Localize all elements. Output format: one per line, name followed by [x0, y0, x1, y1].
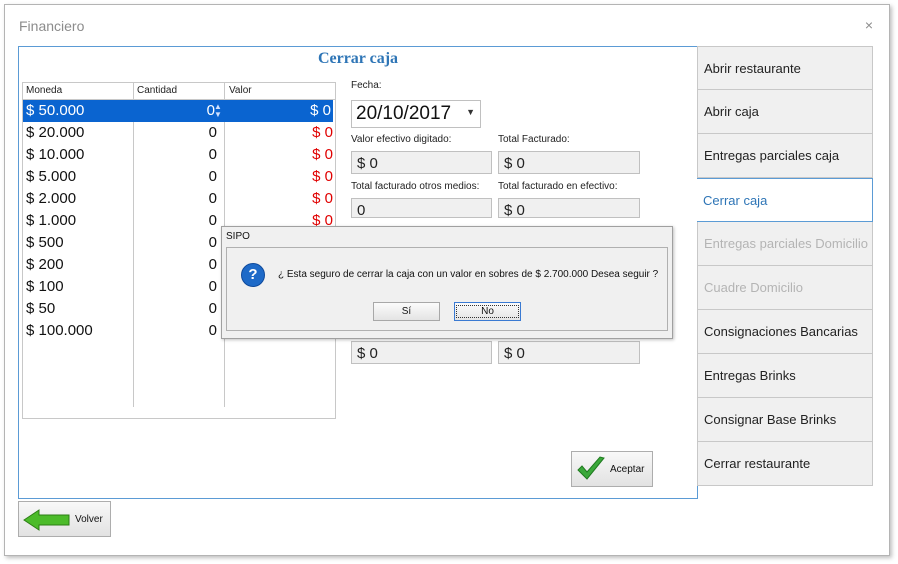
fecha-date-picker[interactable]: 20/10/2017 ▼ — [351, 100, 481, 128]
dialog-title: SIPO — [226, 231, 250, 242]
yes-button[interactable]: Sí — [373, 302, 440, 321]
fecha-value: 20/10/2017 — [356, 103, 452, 124]
checkmark-icon — [577, 456, 605, 480]
aceptar-label: Aceptar — [610, 464, 645, 475]
cantidad-cell[interactable]: 0 — [209, 234, 217, 251]
total-facturado-label: Total Facturado: — [498, 134, 570, 145]
panel-title: Cerrar caja — [317, 50, 399, 67]
en-efectivo-label: Total facturado en efectivo: — [498, 181, 618, 192]
valor-cell: $ 0 — [312, 168, 333, 185]
cantidad-cell[interactable]: 0 — [209, 168, 217, 185]
aceptar-button[interactable]: Aceptar — [571, 451, 653, 487]
valor-cell: $ 0 — [310, 102, 331, 119]
grid-row[interactable]: $ 10.000 0 $ 0 — [23, 144, 335, 166]
close-icon[interactable]: × — [865, 17, 873, 33]
otros-medios-field: 0 — [351, 198, 492, 219]
volver-label: Volver — [75, 514, 103, 525]
cantidad-cell[interactable]: 0 — [209, 322, 217, 339]
grid-row[interactable]: $ 20.000 0 $ 0 — [23, 122, 335, 144]
valor-cell: $ 0 — [312, 124, 333, 141]
extra-left-field: $ 0 — [351, 341, 492, 364]
moneda-cell: $ 10.000 — [26, 146, 85, 163]
moneda-cell: $ 5.000 — [26, 168, 77, 185]
fecha-label: Fecha: — [351, 80, 382, 91]
side-menu-item-entregas-parciales-domicilio: Entregas parciales Domicilio — [697, 222, 873, 266]
moneda-cell: $ 200 — [26, 256, 64, 273]
moneda-cell: $ 50 — [26, 300, 56, 317]
cantidad-cell[interactable]: 0 — [209, 212, 217, 229]
moneda-cell: $ 2.000 — [26, 190, 77, 207]
side-menu-item-cerrar-caja[interactable]: Cerrar caja — [697, 178, 873, 222]
side-menu-item-cerrar-restaurante[interactable]: Cerrar restaurante — [697, 442, 873, 486]
spinner-icon[interactable]: ▲ ▼ — [214, 103, 222, 119]
window-title: Financiero — [19, 18, 85, 34]
side-menu-item-cuadre-domicilio: Cuadre Domicilio — [697, 266, 873, 310]
side-menu-item-abrir-caja[interactable]: Abrir caja — [697, 90, 873, 134]
grid-row[interactable]: $ 50.000 0 ▲ ▼ $ 0 — [23, 100, 333, 122]
extra-right-field: $ 0 — [498, 341, 640, 364]
moneda-cell: $ 100 — [26, 278, 64, 295]
question-icon: ? — [241, 263, 265, 287]
otros-medios-label: Total facturado otros medios: — [351, 181, 480, 192]
moneda-cell: $ 50.000 — [26, 102, 85, 119]
valor-cell: $ 0 — [312, 146, 333, 163]
cantidad-cell[interactable]: 0 — [209, 300, 217, 317]
header-cantidad: Cantidad — [137, 85, 178, 96]
confirm-dialog: SIPO ? ¿ Esta seguro de cerrar la caja c… — [221, 226, 673, 339]
total-facturado-field: $ 0 — [498, 151, 640, 174]
valor-efectivo-label: Valor efectivo digitado: — [351, 134, 452, 145]
cantidad-cell[interactable]: 0 — [209, 190, 217, 207]
en-efectivo-field: $ 0 — [498, 198, 640, 219]
side-menu-item-consignaciones-bancarias[interactable]: Consignaciones Bancarias — [697, 310, 873, 354]
header-valor: Valor — [229, 85, 252, 96]
valor-efectivo-field[interactable]: $ 0 — [351, 151, 492, 174]
moneda-cell: $ 100.000 — [26, 322, 93, 339]
side-menu-item-entregas-parciales-caja[interactable]: Entregas parciales caja — [697, 134, 873, 178]
cantidad-cell[interactable]: 0 — [209, 256, 217, 273]
cantidad-cell[interactable]: 0 — [209, 278, 217, 295]
grid-row[interactable]: $ 5.000 0 $ 0 — [23, 166, 335, 188]
dialog-message: ¿ Esta seguro de cerrar la caja con un v… — [278, 269, 659, 280]
moneda-cell: $ 500 — [26, 234, 64, 251]
grid-header: Moneda Cantidad Valor — [23, 83, 335, 100]
side-menu-item-entregas-brinks[interactable]: Entregas Brinks — [697, 354, 873, 398]
grid-row[interactable]: $ 2.000 0 $ 0 — [23, 188, 335, 210]
chevron-down-icon[interactable]: ▼ — [466, 107, 475, 117]
moneda-cell: $ 20.000 — [26, 124, 85, 141]
dialog-body: ? ¿ Esta seguro de cerrar la caja con un… — [226, 247, 668, 331]
header-moneda: Moneda — [26, 85, 63, 96]
side-menu: Abrir restaurante Abrir caja Entregas parc… — [697, 46, 873, 486]
volver-button[interactable]: Volver — [18, 501, 111, 537]
moneda-cell: $ 1.000 — [26, 212, 77, 229]
no-button[interactable]: No — [454, 302, 521, 321]
back-arrow-icon — [23, 509, 70, 531]
cantidad-cell[interactable]: 0 — [209, 146, 217, 163]
side-menu-item-abrir-restaurante[interactable]: Abrir restaurante — [697, 46, 873, 90]
side-menu-item-consignar-base-brinks[interactable]: Consignar Base Brinks — [697, 398, 873, 442]
cantidad-cell[interactable]: 0 — [209, 124, 217, 141]
valor-cell: $ 0 — [312, 190, 333, 207]
no-label: No — [456, 305, 519, 318]
